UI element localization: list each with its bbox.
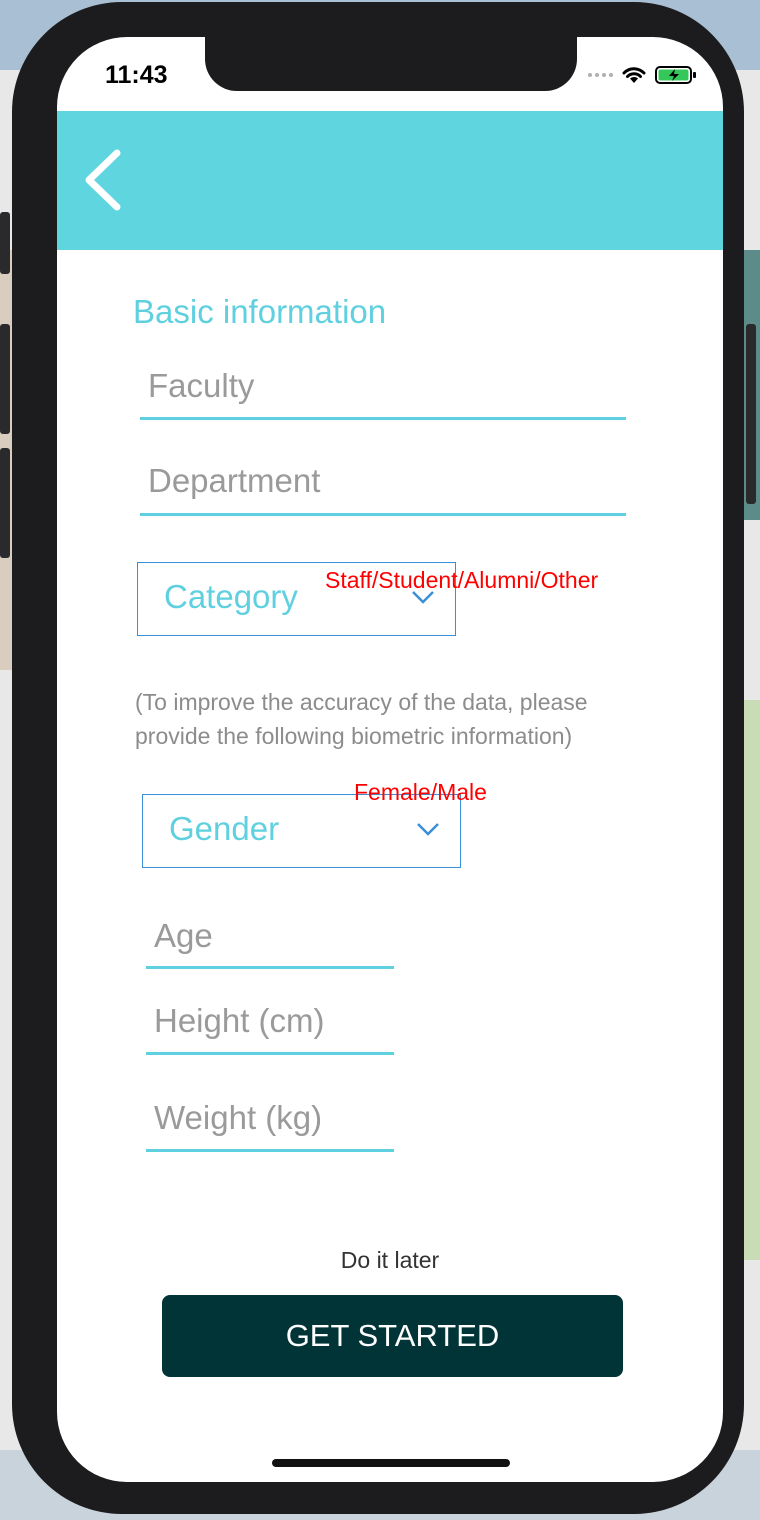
category-label: Category: [164, 578, 298, 615]
home-indicator: [272, 1459, 510, 1467]
status-icons: [588, 65, 697, 85]
notch: [205, 37, 577, 91]
mute-switch: [0, 212, 10, 274]
department-input[interactable]: [140, 449, 626, 516]
volume-up-button: [0, 324, 10, 434]
do-it-later-link[interactable]: Do it later: [57, 1247, 723, 1274]
chevron-down-icon: [417, 823, 439, 836]
status-time: 11:43: [105, 61, 168, 89]
back-chevron-icon: [85, 149, 121, 211]
gender-options-note: Female/Male: [354, 779, 487, 805]
phone-screen: 11:43 Basic information Faculty Departme…: [57, 37, 723, 1482]
app-header: [57, 111, 723, 250]
power-button: [746, 324, 756, 504]
phone-frame: 11:43 Basic information Faculty Departme…: [0, 2, 756, 1514]
faculty-input[interactable]: [140, 355, 626, 420]
wifi-icon: [622, 67, 646, 83]
category-options-note: Staff/Student/Alumni/Other: [325, 567, 599, 593]
get-started-button[interactable]: GET STARTED: [162, 1295, 623, 1377]
gender-label: Gender: [169, 810, 280, 847]
section-title: Basic information: [133, 293, 387, 330]
weight-input[interactable]: [146, 1087, 394, 1152]
battery-icon: [655, 66, 696, 84]
back-button[interactable]: [81, 147, 125, 213]
biometric-info-note: (To improve the accuracy of the data, pl…: [135, 689, 588, 749]
age-input[interactable]: [146, 905, 394, 969]
volume-down-button: [0, 448, 10, 558]
height-input[interactable]: [146, 990, 394, 1055]
signal-dots-icon: [588, 73, 613, 77]
